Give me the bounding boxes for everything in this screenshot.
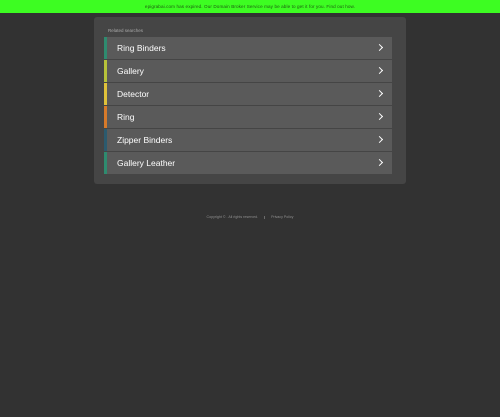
link-label: Gallery Leather [117,158,176,168]
privacy-policy-link[interactable]: Privacy Policy [271,215,293,219]
link-label: Ring Binders [117,43,166,53]
related-link-gallery-leather[interactable]: Gallery Leather [104,152,392,174]
link-accent-bar [104,129,107,151]
related-link-zipper-binders[interactable]: Zipper Binders [104,129,392,151]
panel-heading: Related searches [108,28,144,33]
related-link-ring-binders[interactable]: Ring Binders [104,37,392,59]
related-link-detector[interactable]: Detector [104,83,392,105]
footer: Copyright © . All rights reserved. Priva… [0,215,500,219]
chevron-right-icon [375,66,384,75]
link-label: Ring [117,112,135,122]
link-accent-bar [104,60,107,82]
footer-divider [264,215,266,219]
chevron-right-icon [375,89,384,98]
link-label: Zipper Binders [117,135,173,145]
copyright-text: Copyright © . All rights reserved. [206,215,259,219]
related-searches-panel: Related searches Ring Binders Gallery De… [94,17,406,184]
link-label: Detector [117,89,150,99]
link-accent-bar [104,152,107,174]
related-links-list: Ring Binders Gallery Detector Ring Zippe… [104,37,392,175]
expired-domain-banner[interactable]: epigrabai.com has expired. Our Domain Br… [0,0,500,13]
link-accent-bar [104,83,107,105]
link-accent-bar [104,106,107,128]
chevron-right-icon [375,43,384,52]
banner-text[interactable]: epigrabai.com has expired. Our Domain Br… [145,4,355,9]
link-label: Gallery [117,66,144,76]
related-link-gallery[interactable]: Gallery [104,60,392,82]
link-accent-bar [104,37,107,59]
chevron-right-icon [375,158,384,167]
chevron-right-icon [375,135,384,144]
related-link-ring[interactable]: Ring [104,106,392,128]
chevron-right-icon [375,112,384,121]
